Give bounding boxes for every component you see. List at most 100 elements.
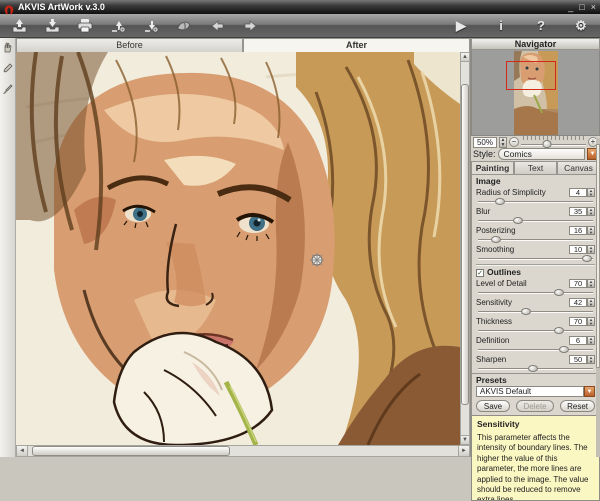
tab-canvas[interactable]: Canvas [557, 161, 600, 174]
minimize-button[interactable]: _ [568, 0, 573, 14]
zoom-out-button[interactable]: − [509, 137, 519, 147]
thickness-value[interactable]: 70 [569, 317, 587, 326]
preferences-icon[interactable]: ⚙ [572, 17, 590, 34]
run-processing-icon[interactable]: ▶ [452, 17, 470, 34]
post-image-icon[interactable] [109, 17, 127, 34]
posterizing-spinner[interactable]: ▲▼ [587, 226, 595, 235]
close-button[interactable]: × [591, 0, 596, 14]
help-icon[interactable]: ? [532, 17, 550, 34]
slider-radius-of-simplicity: Radius of Simplicity 4 ▲▼ [476, 187, 595, 205]
zoom-controls: 50% ▲▼ − + [471, 136, 600, 148]
slider-level-of-detail: Level of Detail 70 ▲▼ [476, 278, 595, 296]
scroll-left-icon[interactable]: ◄ [17, 446, 28, 456]
sharpen-slider-thumb[interactable] [528, 365, 538, 372]
zoom-spinner[interactable]: ▲▼ [499, 137, 507, 148]
navigator-frame[interactable] [506, 61, 556, 90]
posterizing-value[interactable]: 16 [569, 226, 587, 235]
sensitivity-value[interactable]: 42 [569, 298, 587, 307]
slider-definition: Definition 6 ▲▼ [476, 335, 595, 353]
save-image-icon[interactable] [43, 17, 61, 34]
hint-box: Sensitivity This parameter affects the i… [471, 415, 600, 501]
smoothing-spinner[interactable]: ▲▼ [587, 245, 595, 254]
blur-spinner[interactable]: ▲▼ [587, 207, 595, 216]
maximize-button[interactable]: □ [579, 0, 584, 14]
import-settings-icon[interactable] [142, 17, 160, 34]
blur-value[interactable]: 35 [569, 207, 587, 216]
zoom-value[interactable]: 50% [473, 137, 497, 148]
presets-section: Presets AKVIS Default ▼ Save Delete Rese… [471, 373, 600, 415]
radius-slider-thumb[interactable] [495, 198, 505, 205]
navigator-thumbnail [514, 51, 558, 135]
slider-blur: Blur 35 ▲▼ [476, 206, 595, 224]
thickness-slider-thumb[interactable] [554, 327, 564, 334]
outlines-section-title: Outlines [487, 267, 521, 277]
brush-tool-icon[interactable] [2, 83, 14, 95]
radius-spinner[interactable]: ▲▼ [587, 188, 595, 197]
hint-text: This parameter affects the intensity of … [477, 433, 594, 501]
presets-title: Presets [476, 375, 595, 385]
tab-after[interactable]: After [243, 38, 470, 52]
level-of-detail-value[interactable]: 70 [569, 279, 587, 288]
scroll-right-icon[interactable]: ► [458, 446, 469, 456]
horizontal-scroll-thumb[interactable] [32, 446, 230, 456]
artwork-canvas[interactable] [16, 52, 460, 445]
panel-scrollbar[interactable] [596, 138, 600, 457]
sharpen-value[interactable]: 50 [569, 355, 587, 364]
panel-tabs: Painting Text Canvas [471, 161, 600, 174]
smoothing-slider-thumb[interactable] [582, 255, 592, 262]
definition-spinner[interactable]: ▲▼ [587, 336, 595, 345]
smudge-tool-icon[interactable] [175, 17, 193, 34]
outlines-checkbox[interactable]: ✓ [476, 269, 484, 277]
tool-strip [0, 38, 16, 457]
sharpen-spinner[interactable]: ▲▼ [587, 355, 595, 364]
definition-slider-thumb[interactable] [559, 346, 569, 353]
title-bar: AKVIS ArtWork v.3.0 _ □ × [0, 0, 600, 14]
zoom-slider-thumb[interactable] [543, 140, 552, 148]
vertical-scrollbar[interactable]: ▲ ▼ [460, 52, 470, 445]
main-toolbar: ▶ i ? ⚙ [0, 14, 600, 38]
vertical-scroll-thumb[interactable] [461, 84, 469, 405]
style-row: Style: Comics ▼ [471, 148, 600, 160]
zoom-slider[interactable] [521, 136, 586, 148]
slider-thickness: Thickness 70 ▲▼ [476, 316, 595, 334]
radius-value[interactable]: 4 [569, 188, 587, 197]
undo-icon[interactable] [208, 17, 226, 34]
settings-panel: Navigator [470, 38, 600, 457]
sensitivity-spinner[interactable]: ▲▼ [587, 298, 595, 307]
smoothing-value[interactable]: 10 [569, 245, 587, 254]
scroll-up-icon[interactable]: ▲ [461, 53, 469, 62]
delete-preset-button[interactable]: Delete [516, 400, 553, 412]
hint-title: Sensitivity [477, 419, 594, 429]
redo-icon[interactable] [241, 17, 259, 34]
level-of-detail-slider-thumb[interactable] [554, 289, 564, 296]
akvis-logo-icon [4, 2, 14, 12]
preset-select[interactable]: AKVIS Default [476, 386, 584, 397]
navigator-view[interactable] [471, 50, 600, 136]
tab-painting[interactable]: Painting [471, 161, 514, 174]
eyedropper-tool-icon[interactable] [2, 62, 14, 74]
window-title: AKVIS ArtWork v.3.0 [18, 2, 568, 12]
horizontal-scrollbar[interactable]: ◄ ► [16, 445, 470, 457]
reset-preset-button[interactable]: Reset [560, 400, 595, 412]
blur-slider-thumb[interactable] [513, 217, 523, 224]
thickness-spinner[interactable]: ▲▼ [587, 317, 595, 326]
scroll-down-icon[interactable]: ▼ [461, 435, 469, 444]
style-select[interactable]: Comics [498, 148, 585, 160]
view-tabs: Before After [16, 38, 470, 52]
definition-value[interactable]: 6 [569, 336, 587, 345]
open-image-icon[interactable] [10, 17, 28, 34]
save-preset-button[interactable]: Save [476, 400, 510, 412]
slider-sensitivity: Sensitivity 42 ▲▼ [476, 297, 595, 315]
level-of-detail-spinner[interactable]: ▲▼ [587, 279, 595, 288]
tab-text[interactable]: Text [514, 161, 557, 174]
parameters-area: Image Radius of Simplicity 4 ▲▼ Blur 35 … [471, 174, 600, 373]
navigator-title: Navigator [471, 38, 600, 50]
posterizing-slider-thumb[interactable] [491, 236, 501, 243]
about-program-icon[interactable]: i [492, 17, 510, 34]
preset-dropdown-icon[interactable]: ▼ [584, 386, 595, 397]
print-icon[interactable] [76, 17, 94, 34]
slider-smoothing: Smoothing 10 ▲▼ [476, 244, 595, 262]
sensitivity-slider-thumb[interactable] [521, 308, 531, 315]
hand-tool-icon[interactable] [2, 41, 14, 53]
tab-before[interactable]: Before [16, 38, 243, 52]
